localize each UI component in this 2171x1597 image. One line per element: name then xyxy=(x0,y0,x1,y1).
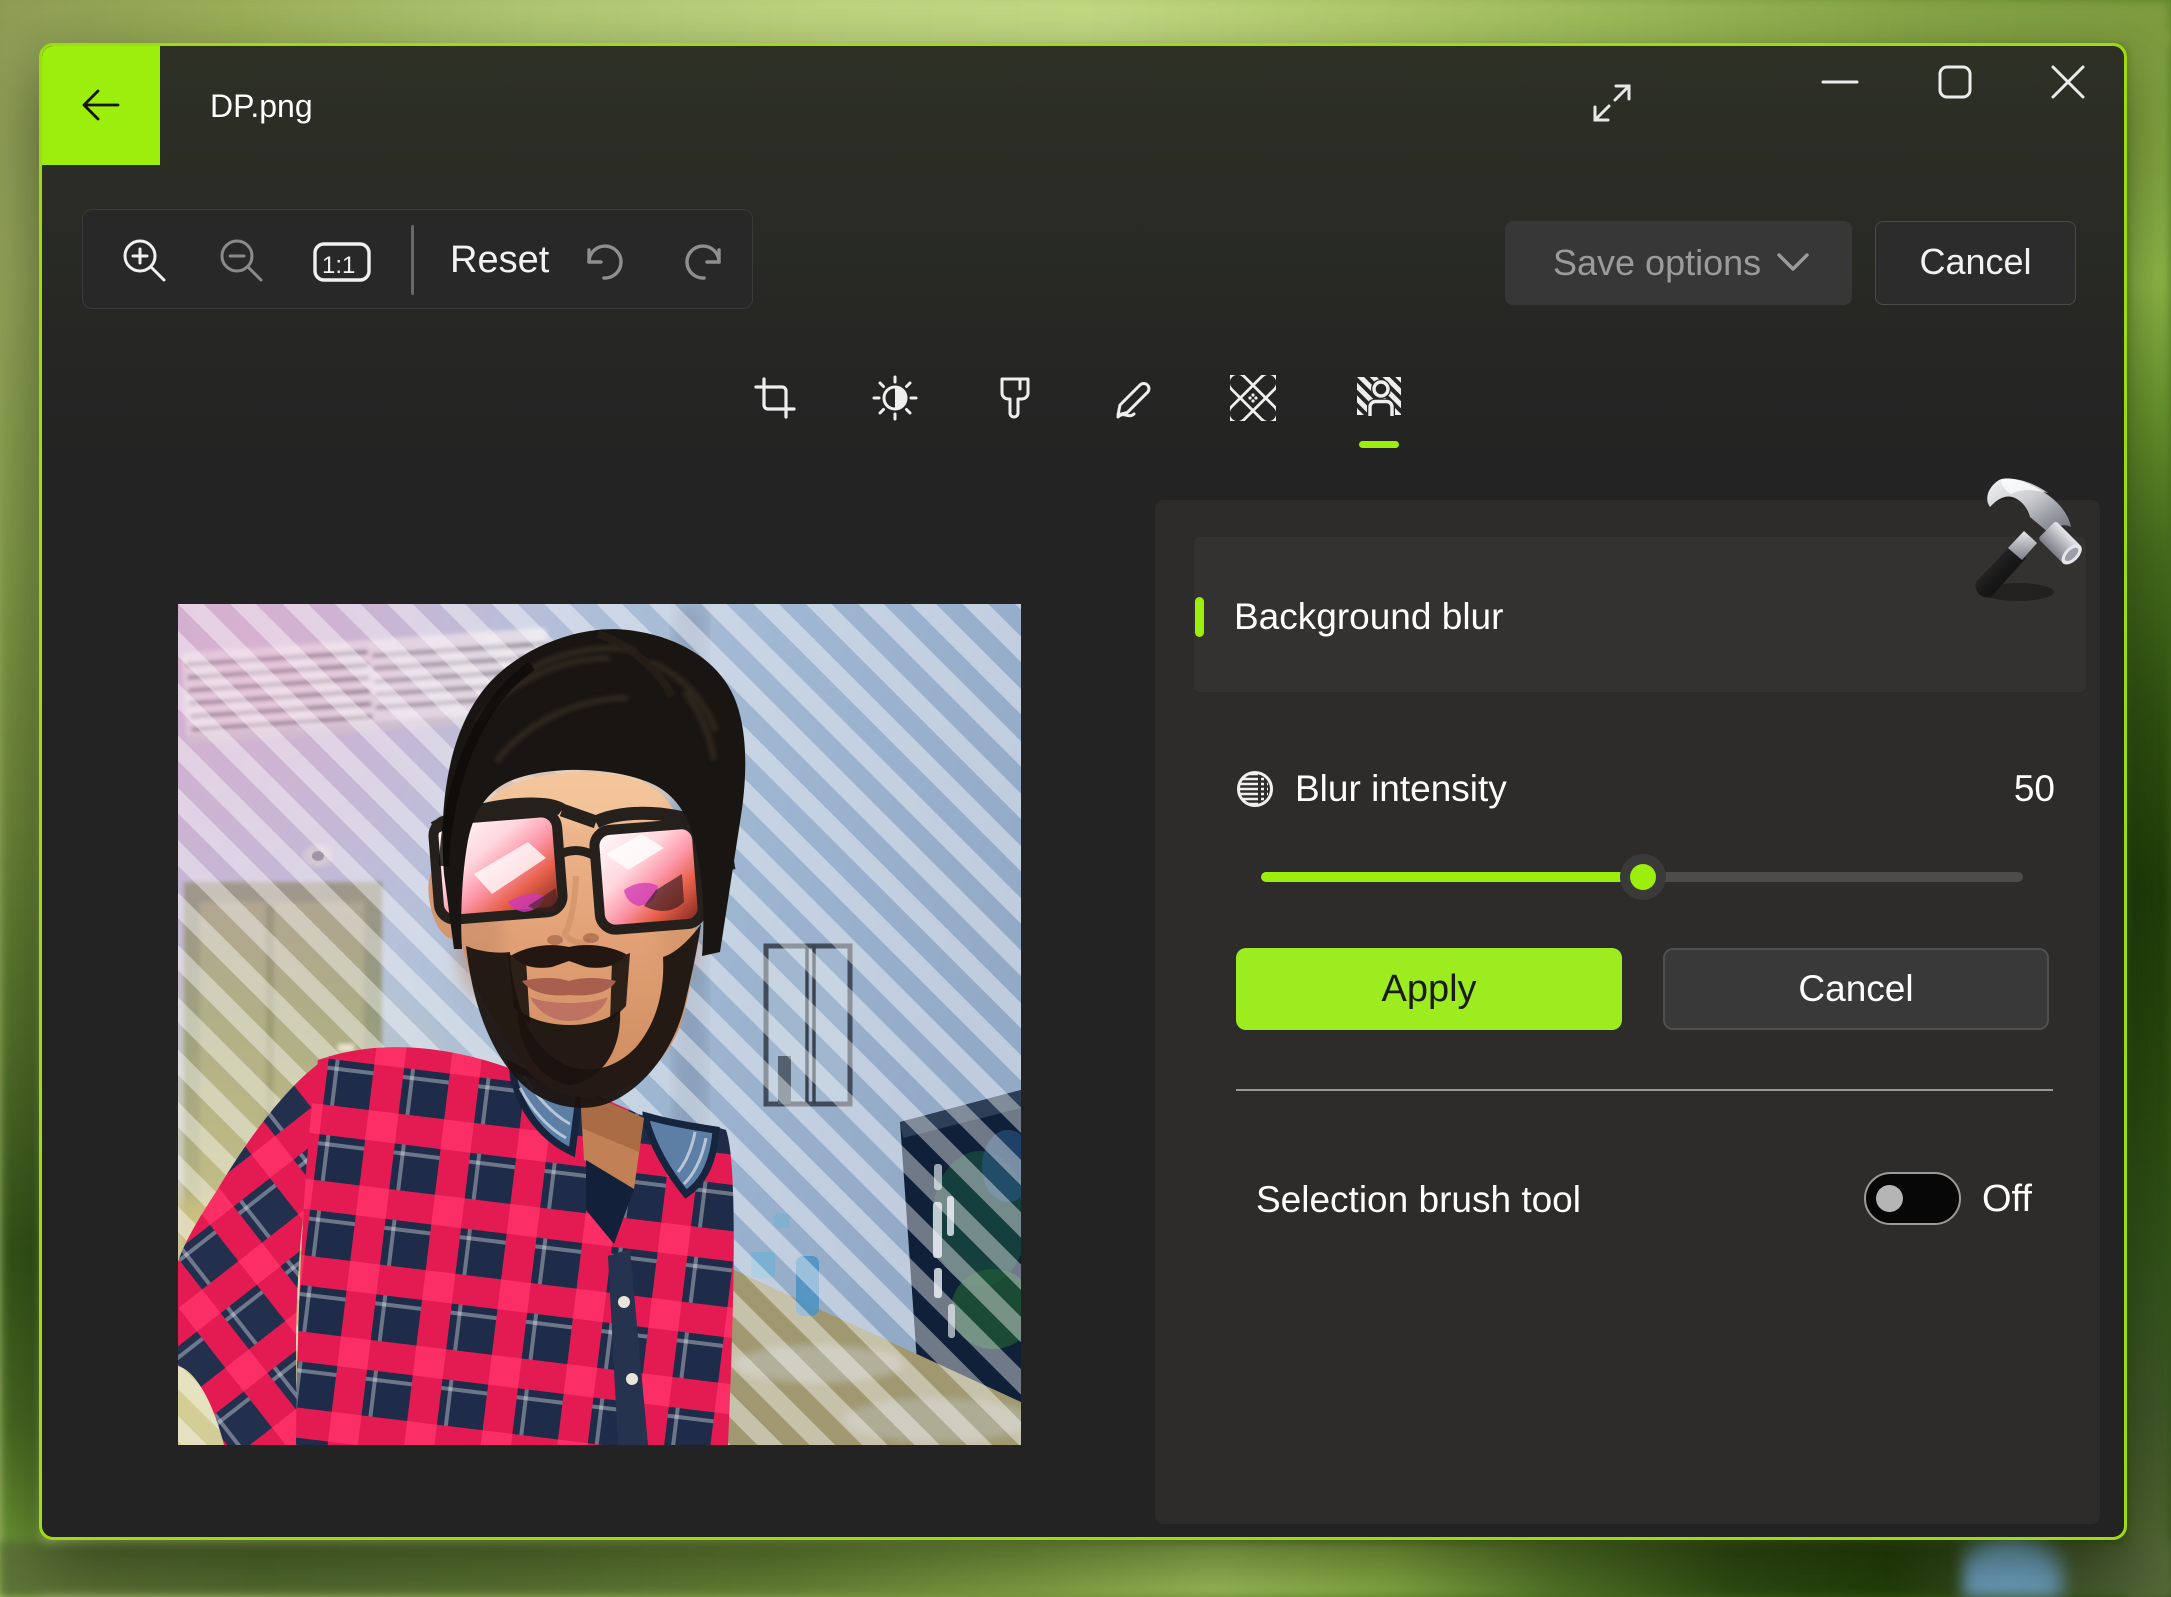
svg-text:1:1: 1:1 xyxy=(322,252,355,279)
